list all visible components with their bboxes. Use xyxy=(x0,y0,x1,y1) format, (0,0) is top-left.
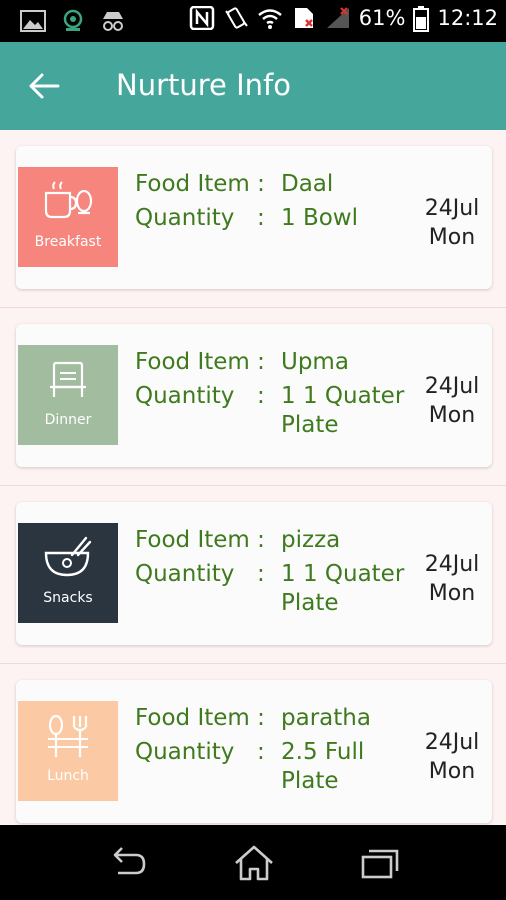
breakfast-thumbnail: Breakfast xyxy=(18,167,118,267)
food-item-value: Upma xyxy=(281,349,349,375)
navigation-bar xyxy=(0,825,506,900)
meal-label: Snacks xyxy=(43,590,93,606)
nurture-list: Breakfast Food Item : Daal Quantity : 1 … xyxy=(0,130,506,825)
food-item-value: pizza xyxy=(281,527,341,553)
date-day: 24Jul xyxy=(424,374,480,399)
list-item[interactable]: Dinner Food Item : Upma Quantity : 1 1 Q… xyxy=(0,308,506,486)
meal-label: Dinner xyxy=(44,412,92,428)
vibrate-icon xyxy=(223,6,249,30)
sim-icon xyxy=(291,6,317,30)
quantity-value-line2: Plate xyxy=(281,768,339,794)
app-icon xyxy=(60,9,86,33)
back-arrow-icon[interactable] xyxy=(22,66,66,106)
entry-date: 24Jul Mon xyxy=(412,728,492,786)
quantity-value-line2: Plate xyxy=(281,412,339,438)
snacks-thumbnail: Snacks xyxy=(18,523,118,623)
app-bar: Nurture Info xyxy=(0,42,506,130)
clock: 12:12 xyxy=(437,6,498,30)
quantity-colon: : xyxy=(257,205,265,231)
quantity-value: 1 1 Quater xyxy=(281,561,405,587)
dinner-thumbnail: Dinner xyxy=(18,345,118,445)
quantity-colon: : xyxy=(257,739,265,765)
battery-icon xyxy=(413,6,430,32)
quantity-colon: : xyxy=(257,561,265,587)
food-item-label: Food Item : xyxy=(135,705,265,731)
food-item-value: Daal xyxy=(281,171,334,197)
entry-date: 24Jul Mon xyxy=(412,550,492,608)
recents-icon[interactable] xyxy=(358,843,402,883)
wifi-icon xyxy=(257,6,283,30)
entry-card[interactable]: Snacks Food Item : pizza Quantity : 1 1 … xyxy=(16,502,492,645)
entry-card[interactable]: Dinner Food Item : Upma Quantity : 1 1 Q… xyxy=(16,324,492,467)
back-icon[interactable] xyxy=(106,843,150,883)
date-weekday: Mon xyxy=(428,225,476,250)
lunch-thumbnail: Lunch xyxy=(18,701,118,801)
snacks-icon xyxy=(44,536,92,577)
date-weekday: Mon xyxy=(428,759,476,784)
food-item-label: Food Item : xyxy=(135,349,265,375)
date-day: 24Jul xyxy=(424,196,480,221)
breakfast-icon xyxy=(44,181,93,219)
quantity-label: Quantity xyxy=(135,739,235,765)
food-item-value: paratha xyxy=(281,705,371,731)
status-bar: 61% 12:12 xyxy=(0,0,506,42)
quantity-label: Quantity xyxy=(135,205,235,231)
meal-label: Breakfast xyxy=(34,234,102,250)
list-item[interactable]: Snacks Food Item : pizza Quantity : 1 1 … xyxy=(0,486,506,664)
nfc-icon xyxy=(189,5,215,31)
list-item[interactable]: Breakfast Food Item : Daal Quantity : 1 … xyxy=(0,130,506,308)
list-item[interactable]: Lunch Food Item : paratha Quantity : 2.5… xyxy=(0,664,506,825)
quantity-value: 1 Bowl xyxy=(281,205,358,231)
quantity-label: Quantity xyxy=(135,383,235,409)
quantity-value: 2.5 Full xyxy=(281,739,365,765)
food-item-label: Food Item : xyxy=(135,171,265,197)
entry-date: 24Jul Mon xyxy=(412,194,492,252)
incognito-icon xyxy=(100,9,126,33)
signal-icon xyxy=(325,6,351,30)
date-weekday: Mon xyxy=(428,403,476,428)
entry-date: 24Jul Mon xyxy=(412,372,492,430)
meal-label: Lunch xyxy=(47,768,89,784)
quantity-value-line2: Plate xyxy=(281,590,339,616)
date-day: 24Jul xyxy=(424,552,480,577)
date-weekday: Mon xyxy=(428,581,476,606)
battery-percent: 61% xyxy=(358,6,406,30)
entry-card[interactable]: Lunch Food Item : paratha Quantity : 2.5… xyxy=(16,680,492,823)
quantity-label: Quantity xyxy=(135,561,235,587)
page-title: Nurture Info xyxy=(116,68,291,102)
image-icon xyxy=(20,9,46,33)
home-icon[interactable] xyxy=(232,843,276,883)
dinner-icon xyxy=(50,361,86,397)
quantity-value: 1 1 Quater xyxy=(281,383,405,409)
date-day: 24Jul xyxy=(424,730,480,755)
entry-card[interactable]: Breakfast Food Item : Daal Quantity : 1 … xyxy=(16,146,492,289)
food-item-label: Food Item : xyxy=(135,527,265,553)
quantity-colon: : xyxy=(257,383,265,409)
lunch-icon xyxy=(48,714,88,757)
